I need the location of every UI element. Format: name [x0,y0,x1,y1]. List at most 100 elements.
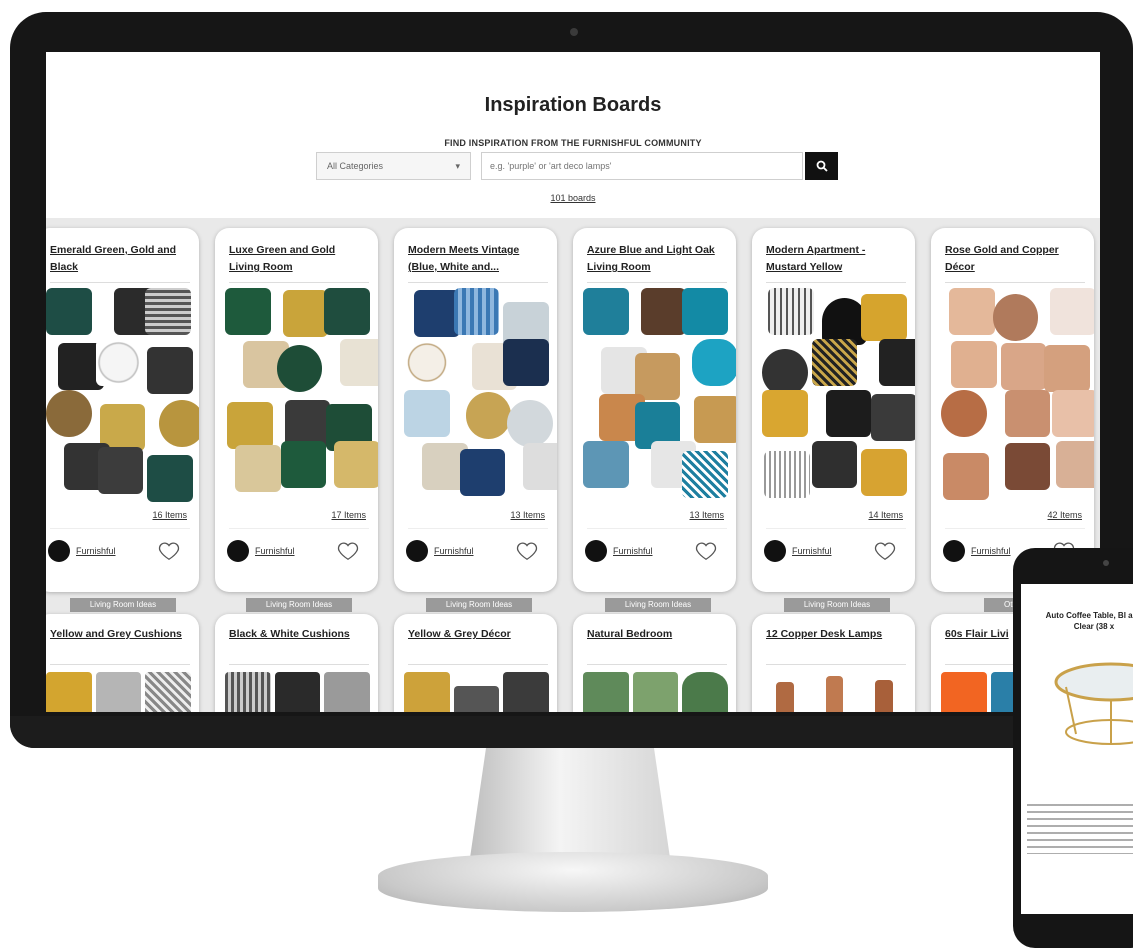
board-title-link[interactable]: Luxe Green and Gold Living Room [229,242,369,276]
item-thumbnail [225,288,271,335]
category-tag[interactable]: Living Room Ideas [70,598,176,612]
search-input[interactable] [481,152,803,180]
item-thumbnail [640,288,687,335]
board-thumbnails [225,672,371,712]
items-count-link[interactable]: 42 Items [1047,510,1082,520]
item-thumbnail [147,347,193,394]
user-name-link[interactable]: Furnishful [613,546,653,556]
category-select-value: All Categories [327,161,384,171]
item-thumbnail [95,339,142,386]
product-description [1027,804,1133,854]
items-count-link[interactable]: 17 Items [331,510,366,520]
heart-icon[interactable] [874,540,896,562]
category-tag[interactable]: Living Room Ideas [605,598,711,612]
item-thumbnail [1044,345,1090,392]
board-card[interactable]: Modern Apartment - Mustard Yellow 14 Ite… [752,228,915,592]
page-subtitle: FIND INSPIRATION FROM THE FURNISHFUL COM… [444,138,702,148]
heart-icon[interactable] [695,540,717,562]
items-count-link[interactable]: 14 Items [868,510,903,520]
board-title-link[interactable]: Natural Bedroom [587,626,727,643]
item-thumbnail [762,390,808,437]
heart-icon[interactable] [516,540,538,562]
category-tag[interactable]: Living Room Ideas [426,598,532,612]
board-card[interactable]: Azure Blue and Light Oak Living Room 13 … [573,228,736,592]
board-title-link[interactable]: Azure Blue and Light Oak Living Room [587,242,727,276]
category-tag[interactable]: Living Room Ideas [784,598,890,612]
board-card[interactable]: Yellow and Grey Cushions [46,614,199,712]
items-count-link[interactable]: 13 Items [689,510,724,520]
coffee-table-image [1054,662,1133,745]
item-thumbnail [634,353,681,400]
item-thumbnail [1056,441,1094,488]
item-thumbnail [1000,343,1047,390]
board-thumbnails [225,288,378,492]
phone-device: Auto Coffee Table, Bl and Clear (38 x [1013,548,1133,948]
item-thumbnail [632,672,679,712]
category-tag[interactable]: Living Room Ideas [246,598,352,612]
board-card[interactable]: 12 Copper Desk Lamps [752,614,915,712]
items-count-link[interactable]: 13 Items [510,510,545,520]
user-name-link[interactable]: Furnishful [434,546,474,556]
heart-icon[interactable] [337,540,359,562]
item-thumbnail [768,288,814,335]
item-thumbnail [875,680,894,712]
board-title-link[interactable]: Yellow and Grey Cushions [50,626,190,643]
avatar[interactable] [48,540,70,562]
board-title-link[interactable]: 12 Copper Desk Lamps [766,626,906,643]
item-thumbnail [762,349,808,396]
search-icon [816,160,828,172]
user-name-link[interactable]: Furnishful [255,546,295,556]
divider [766,664,906,665]
divider [766,528,906,529]
board-card[interactable]: Rose Gold and Copper Décor 42 Items Furn… [931,228,1094,592]
divider [50,282,190,283]
board-title-link[interactable]: Rose Gold and Copper Décor [945,242,1085,276]
avatar[interactable] [764,540,786,562]
item-thumbnail [879,339,915,386]
board-count-link[interactable]: 101 boards [46,193,1100,203]
board-title-link[interactable]: Emerald Green, Gold and Black [50,242,190,276]
board-card[interactable]: Yellow & Grey Décor [394,614,557,712]
avatar[interactable] [585,540,607,562]
item-thumbnail [523,443,557,490]
item-thumbnail [227,402,273,449]
item-thumbnail [1004,443,1051,490]
board-card[interactable]: Emerald Green, Gold and Black 16 Items F… [46,228,199,592]
board-title-link[interactable]: Modern Meets Vintage (Blue, White and... [408,242,548,276]
board-card[interactable]: Luxe Green and Gold Living Room 17 Items… [215,228,378,592]
monitor-stand-neck [470,748,670,858]
category-select[interactable]: All Categories ▾ [316,152,471,180]
item-thumbnail [811,441,858,488]
item-thumbnail [97,447,144,494]
item-thumbnail [280,441,327,488]
avatar[interactable] [943,540,965,562]
item-thumbnail [324,672,371,712]
board-card[interactable]: Modern Meets Vintage (Blue, White and...… [394,228,557,592]
items-count-link[interactable]: 16 Items [152,510,187,520]
user-name-link[interactable]: Furnishful [792,546,832,556]
search-button[interactable] [805,152,838,180]
avatar[interactable] [406,540,428,562]
item-thumbnail [682,451,728,498]
board-thumbnails [583,672,729,712]
item-thumbnail [503,339,549,386]
item-thumbnail [941,672,987,712]
board-thumbnails [404,672,550,712]
board-thumbnails [762,288,915,498]
item-thumbnail [404,390,450,437]
board-title-link[interactable]: Black & White Cushions [229,626,369,643]
board-title-link[interactable]: Yellow & Grey Décor [408,626,548,643]
user-name-link[interactable]: Furnishful [971,546,1011,556]
user-name-link[interactable]: Furnishful [76,546,116,556]
item-thumbnail [340,339,378,386]
monitor-chin [10,716,1133,748]
item-thumbnail [404,672,450,712]
board-card[interactable]: Natural Bedroom [573,614,736,712]
divider [945,528,1085,529]
divider [50,528,190,529]
heart-icon[interactable] [158,540,180,562]
board-title-link[interactable]: Modern Apartment - Mustard Yellow [766,242,906,276]
item-thumbnail [692,339,736,386]
avatar[interactable] [227,540,249,562]
board-card[interactable]: Black & White Cushions [215,614,378,712]
